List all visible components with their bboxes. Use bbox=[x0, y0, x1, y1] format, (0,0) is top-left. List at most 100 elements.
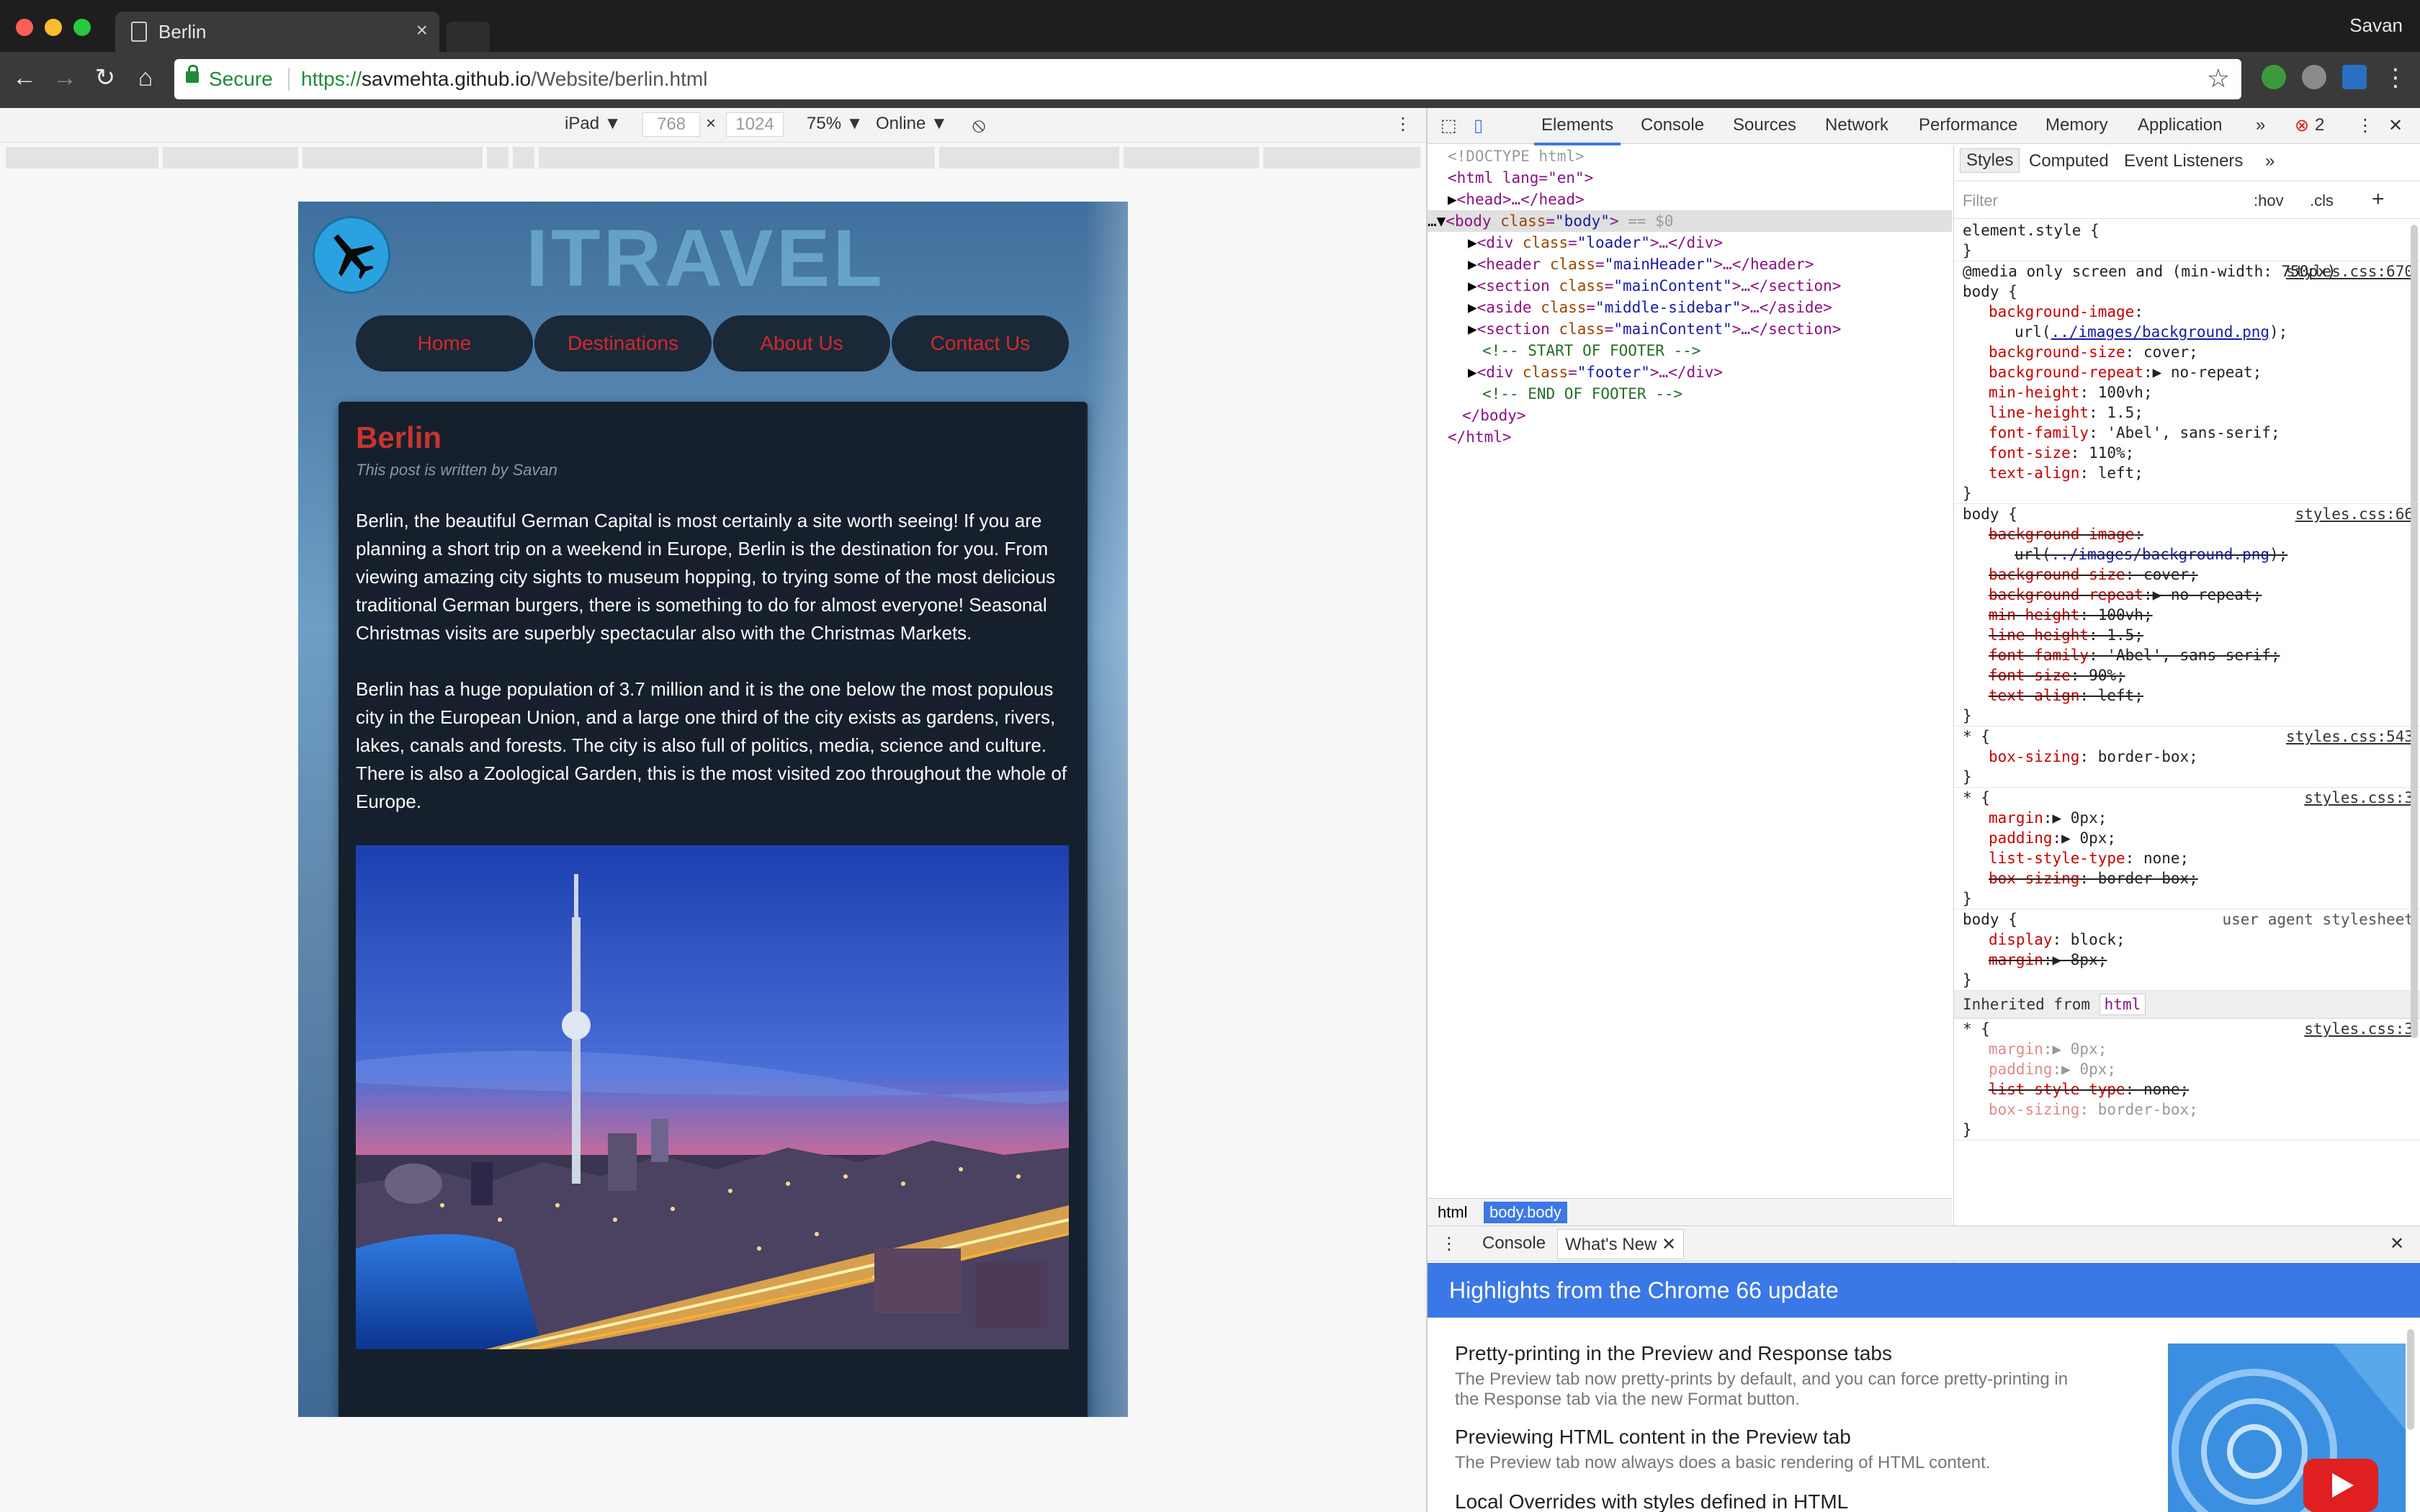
device-select[interactable]: iPad ▼ bbox=[565, 114, 621, 134]
extension-green-icon[interactable] bbox=[2262, 65, 2286, 89]
styles-pane: Styles Computed Event Listeners » Filter… bbox=[1953, 145, 2420, 1326]
devtools-menu-icon[interactable]: ⋮ bbox=[2357, 115, 2374, 136]
close-drawer-icon[interactable]: ✕ bbox=[2390, 1233, 2404, 1254]
forward-icon[interactable]: → bbox=[50, 63, 79, 92]
rule-element-style[interactable]: element.style { } bbox=[1954, 220, 2420, 261]
tab-performance[interactable]: Performance bbox=[1919, 115, 2017, 135]
rule-inherited-universal[interactable]: * {styles.css:3 margin:▶ 0px; padding:▶ … bbox=[1954, 1019, 2420, 1140]
rule-source-link[interactable]: styles.css:670 bbox=[2286, 261, 2414, 282]
berlin-skyline-image bbox=[356, 845, 1069, 1349]
styles-filter: Filter :hov .cls + bbox=[1954, 183, 2420, 219]
more-tabs-icon[interactable]: » bbox=[2256, 115, 2265, 135]
minimize-window-button[interactable] bbox=[45, 19, 62, 36]
chrome-66-promo-image[interactable] bbox=[2168, 1344, 2406, 1512]
address-bar[interactable]: Secure https://savmehta.github.io/Websit… bbox=[174, 59, 2241, 99]
drawer-tab-console[interactable]: Console bbox=[1482, 1233, 1546, 1254]
tab-computed[interactable]: Computed bbox=[2029, 151, 2109, 171]
styles-filter-input[interactable]: Filter bbox=[1963, 192, 1998, 210]
extension-blue-icon[interactable] bbox=[2342, 65, 2367, 89]
tab-styles[interactable]: Styles bbox=[1960, 148, 2020, 173]
dom-tree: <!DOCTYPE html> <html lang="en"> ▶<head>… bbox=[1428, 145, 1952, 1198]
drawer-menu-icon[interactable]: ⋮ bbox=[1440, 1233, 1458, 1254]
rule-body-overridden[interactable]: body {styles.css:66 background-image: ur… bbox=[1954, 504, 2420, 726]
dom-node-loader[interactable]: ▶<div class="loader">…</div> bbox=[1428, 232, 1952, 253]
dimension-times: × bbox=[706, 114, 717, 133]
dom-node-section-2[interactable]: ▶<section class="mainContent">…</section… bbox=[1428, 318, 1952, 340]
zoom-select[interactable]: 75% ▼ bbox=[807, 114, 863, 134]
tab-console[interactable]: Console bbox=[1641, 115, 1704, 135]
dom-comment-start-footer[interactable]: <!-- START OF FOOTER --> bbox=[1428, 340, 1952, 361]
dom-comment-end-footer[interactable]: <!-- END OF FOOTER --> bbox=[1428, 383, 1952, 405]
nav-about-button[interactable]: About Us bbox=[713, 315, 890, 372]
network-throttle-select[interactable]: Online ▼ bbox=[876, 114, 948, 134]
dom-body-close[interactable]: </body> bbox=[1428, 405, 1952, 426]
rule-universal-543[interactable]: * {styles.css:543 box-sizing: border-box… bbox=[1954, 726, 2420, 788]
news-2-title[interactable]: Previewing HTML content in the Preview t… bbox=[1455, 1426, 1851, 1449]
airplane-logo-icon[interactable] bbox=[313, 216, 390, 294]
new-rule-icon[interactable]: + bbox=[2372, 187, 2385, 212]
dom-html-open[interactable]: <html lang="en"> bbox=[1428, 167, 1952, 189]
maximize-window-button[interactable] bbox=[73, 19, 91, 36]
nav-destinations-button[interactable]: Destinations bbox=[534, 315, 712, 372]
tab-memory[interactable]: Memory bbox=[2045, 115, 2108, 135]
back-icon[interactable]: ← bbox=[10, 63, 39, 92]
viewport-height-input[interactable]: 1024 bbox=[726, 112, 784, 137]
crumb-html[interactable]: html bbox=[1432, 1202, 1474, 1223]
bookmark-star-icon[interactable]: ☆ bbox=[2207, 63, 2230, 94]
profile-name[interactable]: Savan bbox=[2349, 14, 2403, 37]
chrome-menu-icon[interactable]: ⋮ bbox=[2381, 63, 2410, 92]
close-whats-new-icon[interactable]: ✕ bbox=[1662, 1235, 1676, 1254]
rule-user-agent[interactable]: body {user agent stylesheet display: blo… bbox=[1954, 909, 2420, 991]
tab-application[interactable]: Application bbox=[2138, 115, 2222, 135]
tab-network[interactable]: Network bbox=[1825, 115, 1888, 135]
emulated-page: ITRAVEL Home Destinations About Us Conta… bbox=[298, 202, 1128, 1417]
styles-scrollbar[interactable] bbox=[2411, 225, 2418, 1038]
inherited-html-pill[interactable]: html bbox=[2099, 994, 2146, 1015]
rule-media-body[interactable]: @media only screen and (min-width: 750px… bbox=[1954, 261, 2420, 504]
dom-node-header[interactable]: ▶<header class="mainHeader">…</header> bbox=[1428, 253, 1952, 275]
home-icon[interactable]: ⌂ bbox=[131, 63, 160, 92]
site-brand: ITRAVEL bbox=[526, 213, 885, 303]
tab-sources[interactable]: Sources bbox=[1733, 115, 1796, 135]
dom-html-close[interactable]: </html> bbox=[1428, 426, 1952, 448]
close-devtools-icon[interactable]: ✕ bbox=[2388, 115, 2403, 136]
devtools-panel: ⬚ ▯ Elements Console Sources Network Per… bbox=[1426, 108, 2420, 1512]
new-tab-button[interactable] bbox=[447, 22, 490, 52]
more-style-tabs-icon[interactable]: » bbox=[2265, 151, 2275, 171]
secure-label: Secure bbox=[209, 68, 273, 90]
tab-elements[interactable]: Elements bbox=[1533, 115, 1621, 145]
viewport-width-input[interactable]: 768 bbox=[642, 112, 700, 137]
drawer-toolbar: ⋮ Console What's New ✕ ✕ bbox=[1428, 1225, 2420, 1261]
close-window-button[interactable] bbox=[16, 19, 33, 36]
youtube-play-icon[interactable] bbox=[2303, 1459, 2378, 1512]
drawer-scrollbar[interactable] bbox=[2407, 1329, 2414, 1430]
drawer-tab-whats-new[interactable]: What's New ✕ bbox=[1557, 1229, 1685, 1259]
nav-home-button[interactable]: Home bbox=[356, 315, 533, 372]
device-more-icon[interactable]: ⋮ bbox=[1394, 114, 1412, 135]
device-toolbar: iPad ▼ 768 × 1024 75% ▼ Online ▼ ⦸ ⋮ bbox=[0, 108, 1426, 143]
reload-icon[interactable]: ↻ bbox=[91, 63, 120, 92]
hover-state-toggle[interactable]: :hov bbox=[2254, 192, 2284, 210]
browser-tab[interactable]: Berlin × bbox=[115, 12, 439, 52]
device-toggle-icon[interactable]: ▯ bbox=[1474, 115, 1483, 136]
dom-node-footer[interactable]: ▶<div class="footer">…</div> bbox=[1428, 361, 1952, 383]
news-3-title[interactable]: Local Overrides with styles defined in H… bbox=[1455, 1490, 1848, 1512]
dom-head[interactable]: ▶<head>…</head> bbox=[1428, 189, 1952, 210]
dom-node-aside[interactable]: ▶<aside class="middle-sidebar">…</aside> bbox=[1428, 297, 1952, 318]
inspect-element-icon[interactable]: ⬚ bbox=[1440, 115, 1457, 136]
crumb-body[interactable]: body.body bbox=[1484, 1202, 1567, 1223]
close-tab-icon[interactable]: × bbox=[416, 19, 428, 42]
dom-node-section-1[interactable]: ▶<section class="mainContent">…</section… bbox=[1428, 275, 1952, 297]
article-paragraph-2: Berlin has a huge population of 3.7 mill… bbox=[356, 678, 1067, 812]
class-toggle[interactable]: .cls bbox=[2310, 192, 2334, 210]
error-icon[interactable]: ⊗ bbox=[2295, 115, 2309, 136]
url-text[interactable]: https://savmehta.github.io/Website/berli… bbox=[301, 68, 707, 91]
rotate-icon[interactable]: ⦸ bbox=[972, 114, 985, 138]
news-1-title[interactable]: Pretty-printing in the Preview and Respo… bbox=[1455, 1342, 1892, 1365]
dom-body-selected[interactable]: …▼<body class="body"> == $0 bbox=[1428, 210, 1952, 232]
dom-doctype[interactable]: <!DOCTYPE html> bbox=[1428, 145, 1952, 167]
nav-contact-button[interactable]: Contact Us bbox=[892, 315, 1069, 372]
tab-event-listeners[interactable]: Event Listeners bbox=[2124, 151, 2243, 171]
extension-w-icon[interactable] bbox=[2302, 65, 2326, 89]
rule-universal-3[interactable]: * {styles.css:3 margin:▶ 0px; padding:▶ … bbox=[1954, 788, 2420, 909]
